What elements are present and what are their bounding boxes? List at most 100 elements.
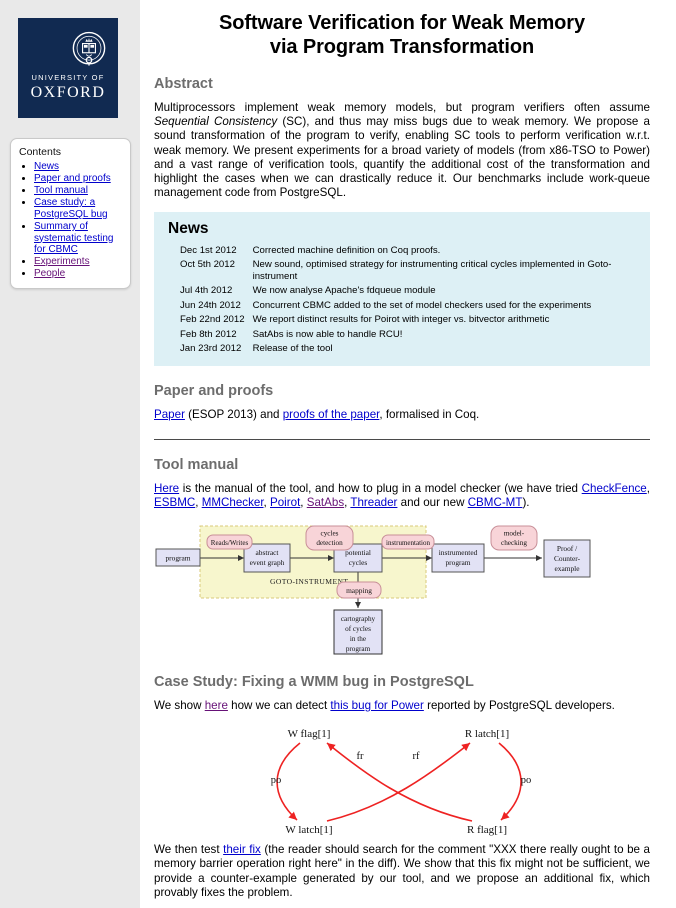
pill-reads-writes-label: Reads/Writes	[211, 539, 249, 547]
sidebar-item-paper-and-proofs[interactable]: Paper and proofs	[34, 173, 111, 184]
pill-model-checking-label-1: model-	[504, 530, 525, 538]
news-table: Dec 1st 2012 Corrected machine definition…	[166, 243, 640, 356]
exec-label-po-right: po	[521, 775, 532, 786]
sidebar-item-news[interactable]: News	[34, 161, 59, 172]
box-program-label: program	[165, 554, 190, 563]
tool-manual-heading: Tool manual	[154, 456, 239, 473]
exec-edge-fr	[326, 742, 473, 823]
paper-text: Paper (ESOP 2013) and proofs of the pape…	[154, 408, 650, 422]
box-program: program	[155, 548, 201, 567]
execution-diagram: W flag[1] R latch[1] W latch[1] R flag[1…	[154, 721, 650, 841]
box-instrumented-label-2: program	[445, 558, 470, 567]
case-study-here-link[interactable]: here	[205, 699, 228, 712]
table-row: Feb 8th 2012 SatAbs is now able to handle…	[166, 327, 640, 342]
goto-instrument-label: GOTO-INSTRUMENT	[270, 577, 348, 586]
news-text: SatAbs is now able to handle RCU!	[252, 328, 403, 340]
box-proof-label-2: Counter-	[554, 554, 581, 563]
sidebar-item-people[interactable]: People	[34, 268, 65, 279]
news-date: Jul 4th 2012	[180, 285, 233, 297]
box-abstract-event-graph: abstract event graph	[243, 543, 291, 573]
tool-text-1: is the manual of the tool, and how to pl…	[179, 481, 582, 495]
news-box: News Dec 1st 2012 Corrected machine defin…	[154, 212, 650, 367]
news-text: We now analyse Apache's fdqueue module	[252, 285, 436, 297]
page-root: UNIVERSITY OF OXFORD Contents News Paper…	[0, 0, 676, 908]
news-date: Dec 1st 2012	[180, 244, 237, 256]
news-heading: News	[168, 220, 209, 238]
university-of-label: UNIVERSITY OF	[31, 73, 105, 82]
tool-link-cbmc-mt[interactable]: CBMC-MT	[468, 496, 523, 509]
box-instrumented-program: instrumented program	[431, 543, 485, 573]
divider	[154, 438, 650, 440]
paper-link[interactable]: Paper	[154, 408, 185, 421]
table-row: Dec 1st 2012 Corrected machine definition…	[166, 243, 640, 258]
sidebar-item-summary-cbmc[interactable]: Summary of systematic testing for CBMC	[34, 221, 113, 255]
exec-node-w-flag: W flag[1]	[288, 728, 331, 740]
pill-instrumentation: instrumentation	[381, 534, 435, 550]
list-item: Summary of systematic testing for CBMC	[34, 221, 124, 256]
pill-model-checking-label-2: checking	[501, 539, 527, 547]
case-study-text-1: We show	[154, 699, 205, 713]
sidebar-item-experiments[interactable]: Experiments	[34, 256, 90, 267]
tool-link-threader[interactable]: Threader	[350, 496, 397, 509]
contents-title: Contents	[19, 146, 62, 158]
pill-mapping: mapping	[336, 581, 382, 599]
page-title-line2: via Program Transformation	[269, 36, 535, 58]
list-item: News	[34, 161, 124, 173]
tool-link-poirot[interactable]: Poirot	[270, 496, 300, 509]
news-date: Oct 5th 2012	[180, 259, 235, 271]
exec-label-rf: rf	[413, 751, 420, 762]
news-text: New sound, optimised strategy for instru…	[252, 259, 612, 282]
news-date: Jun 24th 2012	[180, 299, 241, 311]
manual-here-link[interactable]: Here	[154, 482, 179, 495]
exec-label-fr: fr	[357, 751, 364, 762]
case-study-text-2: how we can detect	[227, 699, 331, 713]
abstract-part1: Multiprocessors implement weak memory mo…	[154, 101, 650, 114]
list-item: People	[34, 268, 124, 280]
news-date: Feb 22nd 2012	[180, 314, 245, 326]
pill-reads-writes: Reads/Writes	[206, 534, 253, 550]
their-fix-link[interactable]: their fix	[223, 843, 261, 856]
box-cartography-label-1: cartography	[341, 615, 376, 623]
box-cartography: cartography of cycles in the program	[333, 609, 383, 655]
closing-text-1: We then test	[154, 843, 224, 857]
sidebar: UNIVERSITY OF OXFORD Contents News Paper…	[0, 0, 140, 908]
pill-model-checking: model- checking	[490, 525, 538, 551]
list-item: Tool manual	[34, 185, 124, 197]
box-cycles-label-2: cycles	[349, 558, 368, 567]
box-proof-label-3: example	[554, 564, 580, 573]
abstract-heading: Abstract	[154, 76, 213, 92]
table-row: Feb 22nd 2012 We report distinct results …	[166, 313, 640, 328]
logo-wrap: UNIVERSITY OF OXFORD	[0, 0, 140, 118]
case-study-text-3: reported by PostgreSQL developers.	[423, 699, 615, 713]
tool-link-satabs[interactable]: SatAbs	[307, 496, 344, 509]
page-title: Software Verification for Weak Memory vi…	[154, 11, 650, 59]
paper-mid: (ESOP 2013) and	[184, 408, 283, 422]
list-item: Paper and proofs	[34, 173, 124, 185]
pipeline-diagram-svg: GOTO-INSTRUMENT program abstract event g…	[155, 525, 591, 655]
tool-link-checkfence[interactable]: CheckFence	[582, 482, 647, 495]
box-cartography-label-2: of cycles	[345, 625, 371, 633]
tool-text-2: and our new	[397, 495, 468, 509]
table-row: Jun 24th 2012 Concurrent CBMC added to th…	[166, 298, 640, 313]
abstract-emphasis: Sequential Consistency	[154, 115, 278, 129]
pill-instrumentation-label: instrumentation	[386, 539, 430, 547]
news-text: We report distinct results for Poirot wi…	[252, 314, 550, 326]
exec-edge-po-right	[498, 742, 522, 821]
paper-tail: , formalised in Coq.	[379, 408, 480, 422]
case-study-bug-link[interactable]: this bug for Power	[330, 699, 423, 712]
sidebar-item-tool-manual[interactable]: Tool manual	[34, 185, 88, 196]
paper-heading: Paper and proofs	[154, 383, 274, 400]
tool-link-mmchecker[interactable]: MMChecker	[202, 496, 264, 509]
exec-node-r-flag: R flag[1]	[467, 824, 507, 836]
list-item: Case study: a PostgreSQL bug	[34, 197, 124, 220]
tool-text-3: ).	[522, 495, 530, 509]
table-row: Jul 4th 2012 We now analyse Apache's fdqu…	[166, 284, 640, 299]
pipeline-diagram: GOTO-INSTRUMENT program abstract event g…	[154, 522, 650, 657]
sidebar-item-case-study[interactable]: Case study: a PostgreSQL bug	[34, 197, 108, 220]
exec-label-po-left: po	[271, 775, 282, 786]
tool-link-esbmc[interactable]: ESBMC	[154, 496, 195, 509]
main-content: Software Verification for Weak Memory vi…	[140, 0, 676, 908]
proofs-link[interactable]: proofs of the paper	[283, 408, 380, 421]
exec-node-w-latch: W latch[1]	[285, 824, 332, 836]
table-row: Jan 23rd 2012 Release of the tool	[166, 342, 640, 357]
